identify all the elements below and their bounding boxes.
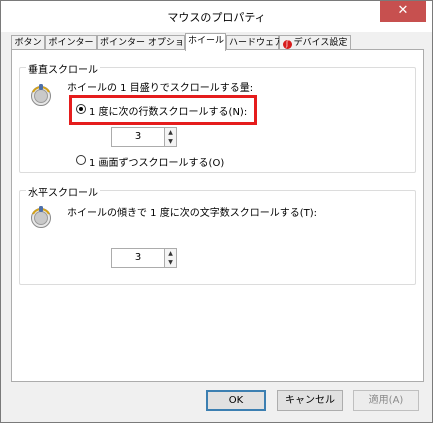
cancel-button[interactable]: キャンセル: [277, 390, 343, 411]
close-icon: ✕: [397, 3, 409, 18]
vertical-scroll-label: 垂直スクロール: [26, 61, 100, 76]
tab-label: ホイール: [188, 36, 225, 46]
chars-input[interactable]: 3: [111, 248, 165, 268]
tab-label: デバイス設定: [293, 38, 348, 48]
mouse-properties-dialog: マウスのプロパティ ✕ ボタン ポインター ポインター オプション ホイール ハ…: [0, 0, 433, 423]
chars-spinner-arrows: ▲ ▼: [165, 248, 177, 268]
scroll-amount-label: ホイールの 1 目盛りでスクロールする量:: [67, 83, 254, 94]
spin-up-icon[interactable]: ▲: [165, 128, 176, 137]
tab-label: ポインター: [48, 38, 94, 48]
tab-label: ボタン: [14, 38, 42, 48]
tab-pointer-options[interactable]: ポインター オプション: [97, 35, 193, 50]
spin-down-icon[interactable]: ▼: [165, 258, 176, 267]
synaptics-icon: ʃ: [282, 40, 292, 49]
chars-spinner[interactable]: 3 ▲ ▼: [111, 248, 177, 268]
apply-button[interactable]: 適用(A): [353, 390, 419, 411]
scroll-screen-label: 1 画面ずつスクロールする(O): [89, 158, 225, 169]
window-title: マウスのプロパティ: [167, 11, 266, 24]
horizontal-scroll-group: 水平スクロール ホイールの傾きで 1 度に次の文字数スクロールする(T): 3 …: [19, 184, 416, 285]
scroll-lines-label: 1 度に次の行数スクロールする(N):: [89, 107, 248, 118]
horizontal-scroll-label: 水平スクロール: [26, 184, 100, 199]
wheel-tab-panel: 垂直スクロール ホイールの 1 目盛りでスクロールする量: 1 度に次の行数スク…: [11, 49, 424, 382]
tab-buttons[interactable]: ボタン: [11, 35, 45, 50]
spin-down-icon[interactable]: ▼: [165, 137, 176, 146]
tab-device-settings[interactable]: ʃ デバイス設定: [279, 35, 351, 50]
lines-spinner-arrows: ▲ ▼: [165, 127, 177, 147]
tab-label: ハードウェア: [229, 38, 284, 48]
lines-spinner[interactable]: 3 ▲ ▼: [111, 127, 177, 147]
scroll-screen-radio[interactable]: [76, 155, 86, 165]
title-bar[interactable]: マウスのプロパティ ✕: [1, 1, 432, 32]
mouse-wheel-icon: [31, 206, 51, 228]
tab-wheel[interactable]: ホイール: [185, 33, 226, 51]
spin-up-icon[interactable]: ▲: [165, 249, 176, 258]
scroll-lines-radio[interactable]: [76, 104, 86, 114]
tab-hardware[interactable]: ハードウェア: [226, 35, 283, 50]
tab-label: ポインター オプション: [100, 38, 193, 48]
mouse-wheel-icon: [31, 84, 51, 106]
lines-input[interactable]: 3: [111, 127, 165, 147]
close-button[interactable]: ✕: [380, 1, 426, 22]
vertical-scroll-group: 垂直スクロール ホイールの 1 目盛りでスクロールする量: 1 度に次の行数スク…: [19, 61, 416, 173]
tab-pointers[interactable]: ポインター: [45, 35, 97, 50]
tilt-scroll-label: ホイールの傾きで 1 度に次の文字数スクロールする(T):: [67, 208, 317, 219]
ok-button[interactable]: OK: [206, 390, 266, 411]
